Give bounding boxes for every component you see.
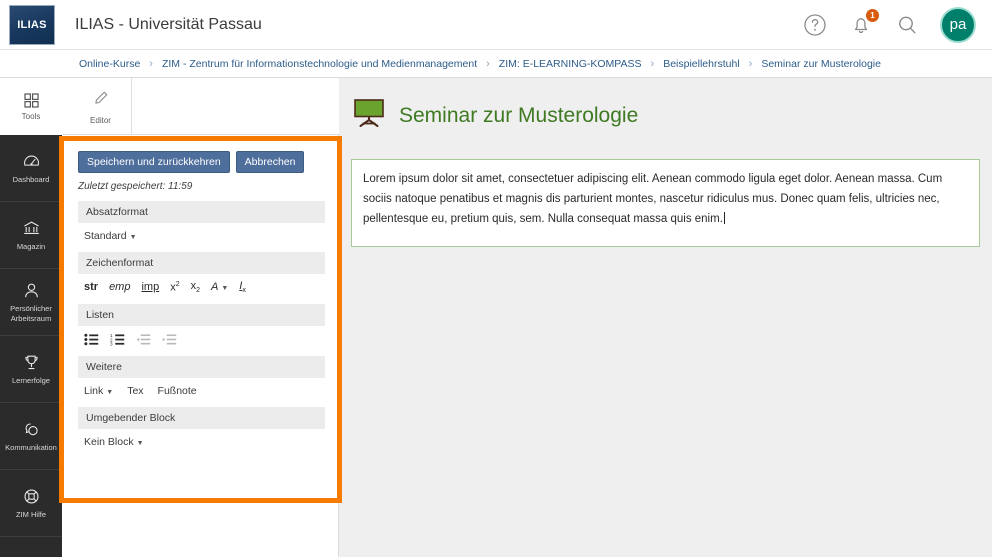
- top-header: ILIAS ILIAS - Universität Passau 1 pa: [0, 0, 992, 50]
- section-body-more: Link ▼ Tex Fußnote: [78, 378, 325, 407]
- ordered-list-button[interactable]: 1 2 3: [110, 333, 125, 346]
- sidebar-label-dashboard: Dashboard: [12, 174, 50, 184]
- breadcrumb-item-0[interactable]: Online-Kurse: [79, 58, 140, 70]
- section-body-character-format: str emp imp x2 x2 A ▼ Ix: [78, 274, 325, 304]
- save-and-return-button[interactable]: Speichern und zurückkehren: [78, 151, 230, 173]
- paragraph-format-value: Standard: [84, 230, 127, 242]
- avatar[interactable]: pa: [940, 6, 976, 43]
- section-body-paragraph-format: Standard ▼: [78, 223, 325, 252]
- section-body-lists: 1 2 3: [78, 326, 325, 356]
- sidebar-label-magazin: Magazin: [16, 241, 46, 251]
- surrounding-block-dropdown[interactable]: Kein Block ▼: [84, 436, 144, 448]
- trophy-icon: [22, 353, 41, 372]
- indent-button[interactable]: [162, 333, 177, 346]
- svg-text:3: 3: [110, 342, 113, 346]
- link-label: Link: [84, 385, 104, 398]
- breadcrumb-item-3[interactable]: Beispiellehrstuhl: [663, 58, 739, 70]
- section-header-surrounding-block: Umgebender Block: [78, 407, 325, 430]
- user-icon: [22, 281, 41, 300]
- header-actions: 1 pa: [802, 6, 976, 43]
- sidebar-label-persoenlicher-arbeitsraum: Persönlicher Arbeitsraum: [10, 304, 52, 323]
- chevron-down-icon: ▼: [129, 234, 137, 241]
- chat-icon: [22, 420, 41, 439]
- left-nav-rail: Tools Dashboard Magazin Persönlicher Arb…: [0, 78, 62, 557]
- breadcrumb-item-4[interactable]: Seminar zur Musterologie: [761, 58, 881, 70]
- paragraph-format-dropdown[interactable]: Standard ▼: [84, 230, 137, 242]
- content-text: Lorem ipsum dolor sit amet, consectetuer…: [363, 173, 946, 225]
- dashboard-icon: [22, 152, 41, 171]
- chevron-right-icon: ›: [149, 57, 153, 70]
- subscript-button[interactable]: x2: [191, 280, 200, 294]
- chevron-down-icon: ▼: [106, 389, 114, 397]
- sidebar-label-kommunikation: Kommunikation: [5, 442, 57, 452]
- page-title: Seminar zur Musterologie: [399, 103, 639, 127]
- rail-item-tools[interactable]: Tools: [0, 78, 62, 135]
- section-header-more: Weitere: [78, 356, 325, 379]
- sidebar-item-persoenlicher-arbeitsraum[interactable]: Persönlicher Arbeitsraum: [0, 269, 62, 336]
- sidebar-item-lernerfolge[interactable]: Lernerfolge: [0, 336, 62, 403]
- last-saved-text: Zuletzt gespeichert: 11:59: [78, 181, 193, 192]
- sidebar-item-zim-hilfe[interactable]: ZIM Hilfe: [0, 470, 62, 537]
- ilias-logo[interactable]: ILIAS: [9, 4, 55, 45]
- tab-strip: Editor: [62, 78, 339, 135]
- italic-button[interactable]: emp: [109, 282, 130, 293]
- chevron-down-icon: ▼: [136, 440, 144, 448]
- tab-editor[interactable]: Editor: [70, 78, 132, 135]
- search-icon[interactable]: [894, 12, 920, 38]
- chevron-right-icon: ›: [650, 57, 655, 70]
- page-header: Seminar zur Musterologie: [339, 78, 992, 133]
- bank-icon: [22, 219, 41, 238]
- bold-button[interactable]: str: [84, 282, 98, 293]
- link-dropdown[interactable]: Link ▼: [84, 385, 113, 397]
- clear-format-button[interactable]: Ix: [239, 281, 246, 295]
- footnote-button[interactable]: Fußnote: [158, 385, 197, 397]
- unordered-list-button[interactable]: [84, 333, 99, 346]
- breadcrumb-item-1[interactable]: ZIM - Zentrum für Informationstechnologi…: [162, 58, 477, 70]
- chalkboard-icon: [353, 98, 385, 133]
- chevron-right-icon: ›: [748, 57, 753, 70]
- app-title: ILIAS - Universität Passau: [75, 15, 262, 33]
- pencil-icon: [92, 89, 110, 112]
- text-cursor: [723, 211, 725, 224]
- surrounding-block-value: Kein Block: [84, 436, 134, 449]
- sidebar-label-zim-hilfe: ZIM Hilfe: [16, 509, 46, 519]
- sidebar-item-kommunikation[interactable]: Kommunikation: [0, 403, 62, 470]
- cancel-button[interactable]: Abbrechen: [235, 151, 305, 173]
- help-circle-icon[interactable]: [802, 12, 828, 38]
- content-edit-area[interactable]: Lorem ipsum dolor sit amet, consectetuer…: [351, 159, 980, 247]
- grid-icon: [23, 92, 40, 109]
- chevron-down-icon: ▼: [221, 285, 229, 293]
- editor-action-buttons: Speichern und zurückkehren Abbrechen: [78, 151, 325, 173]
- notification-badge: 1: [866, 8, 879, 22]
- outdent-button[interactable]: [136, 333, 151, 346]
- editor-toolbar-panel: Speichern und zurückkehren Abbrechen Zul…: [64, 141, 337, 498]
- rail-label-tools: Tools: [21, 112, 41, 121]
- tex-button[interactable]: Tex: [127, 385, 143, 397]
- section-header-paragraph-format: Absatzformat: [78, 201, 325, 223]
- ilias-logo-text: ILIAS: [17, 18, 47, 31]
- text-color-button[interactable]: A ▼: [211, 282, 228, 293]
- section-body-surrounding-block: Kein Block ▼: [78, 429, 325, 458]
- tab-editor-label: Editor: [90, 115, 111, 125]
- chevron-right-icon: ›: [486, 57, 490, 70]
- underline-button[interactable]: imp: [141, 282, 159, 293]
- main-content: Seminar zur Musterologie Lorem ipsum dol…: [339, 78, 992, 557]
- breadcrumb: Online-Kurse › ZIM - Zentrum für Informa…: [0, 50, 992, 78]
- sidebar-item-magazin[interactable]: Magazin: [0, 202, 62, 269]
- section-header-lists: Listen: [78, 304, 325, 327]
- sidebar-item-dashboard[interactable]: Dashboard: [0, 135, 62, 202]
- ilias-app-window: ILIAS ILIAS - Universität Passau 1 pa On…: [0, 0, 992, 557]
- superscript-button[interactable]: x2: [170, 281, 179, 294]
- bell-icon[interactable]: 1: [848, 8, 879, 38]
- lifebuoy-icon: [22, 487, 41, 506]
- section-header-character-format: Zeichenformat: [78, 252, 325, 274]
- breadcrumb-item-2[interactable]: ZIM: E-LEARNING-KOMPASS: [499, 58, 642, 70]
- sidebar-label-lernerfolge: Lernerfolge: [12, 375, 50, 385]
